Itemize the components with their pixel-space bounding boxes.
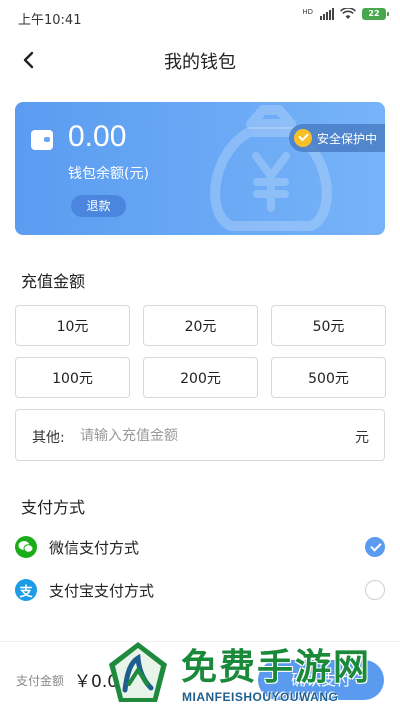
wifi-icon: [340, 8, 356, 19]
payment-method-wechat[interactable]: 微信支付方式: [15, 532, 385, 562]
security-badge: 安全保护中: [288, 124, 385, 152]
payment-method-alipay[interactable]: 支 支付宝支付方式: [15, 575, 385, 605]
status-icons: HD 22: [302, 8, 389, 20]
alipay-icon: 支: [15, 579, 37, 601]
other-amount-field: 其他: 元: [15, 409, 385, 461]
amount-grid: 10元 20元 50元 100元 200元 500元: [15, 305, 386, 398]
amount-option[interactable]: 100元: [15, 357, 130, 398]
recharge-section-title: 充值金额: [21, 272, 86, 291]
pay-amount-value: ￥0.00: [74, 672, 129, 692]
refund-button[interactable]: 退款: [71, 195, 126, 217]
battery-icon: 22: [362, 8, 389, 20]
payment-section-title: 支付方式: [21, 498, 86, 517]
bottom-bar: 支付金额 ￥0.00 确认支付: [0, 641, 400, 711]
other-amount-label: 其他:: [32, 430, 65, 446]
amount-option[interactable]: 50元: [271, 305, 386, 346]
page-title: 我的钱包: [164, 52, 236, 73]
wallet-card: 0.00 钱包余额(元) 退款 安全保护中: [15, 102, 385, 235]
amount-option[interactable]: 500元: [271, 357, 386, 398]
other-amount-unit: 元: [355, 430, 369, 446]
checked-radio-icon[interactable]: [365, 537, 385, 557]
signal-icon: [320, 8, 334, 20]
wallet-icon: [31, 130, 53, 150]
payment-method-label: 微信支付方式: [49, 538, 140, 557]
amount-option[interactable]: 200元: [143, 357, 258, 398]
amount-option[interactable]: 20元: [143, 305, 258, 346]
other-amount-input[interactable]: [80, 422, 340, 450]
wechat-icon: [15, 536, 37, 558]
balance-value: 0.00: [68, 120, 127, 153]
confirm-pay-button[interactable]: 确认支付: [258, 660, 384, 700]
network-type-label: HD: [302, 8, 313, 16]
nav-bar: 我的钱包: [0, 34, 400, 86]
payment-method-label: 支付宝支付方式: [49, 581, 155, 600]
unchecked-radio-icon[interactable]: [365, 580, 385, 600]
balance-label: 钱包余额(元): [68, 166, 149, 182]
status-time: 上午10:41: [18, 13, 82, 28]
security-badge-label: 安全保护中: [316, 131, 377, 146]
amount-option[interactable]: 10元: [15, 305, 130, 346]
check-circle-icon: [293, 129, 312, 147]
pay-amount-label: 支付金额: [16, 674, 65, 688]
status-bar: 上午10:41 HD 22: [0, 0, 400, 34]
